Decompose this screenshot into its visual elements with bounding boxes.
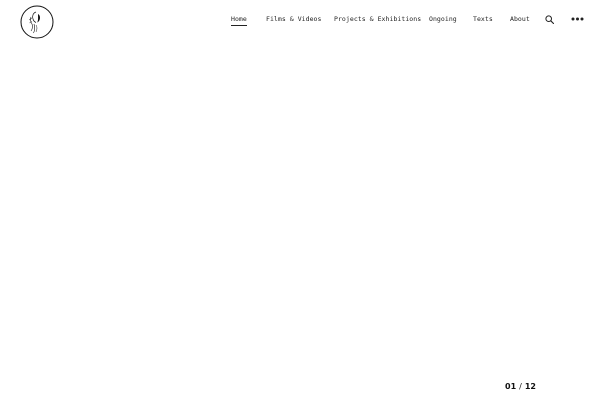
nav-item-ongoing[interactable]: Ongoing <box>429 13 457 25</box>
search-button[interactable] <box>545 15 554 24</box>
search-icon <box>545 15 554 24</box>
nav-item-texts[interactable]: Texts <box>473 13 493 25</box>
slide-separator: / <box>519 382 522 391</box>
nav-item-projects-exhibitions[interactable]: Projects & Exhibitions <box>334 13 421 25</box>
more-menu-button[interactable] <box>571 16 584 22</box>
slide-total: 12 <box>524 382 536 391</box>
main-navigation: Home Films & Videos Projects & Exhibitio… <box>0 13 600 26</box>
more-dots-icon <box>571 17 584 21</box>
slide-counter: 01/12 <box>505 382 536 392</box>
nav-item-about[interactable]: About <box>510 13 530 25</box>
nav-item-films-videos[interactable]: Films & Videos <box>266 13 322 25</box>
nav-item-home[interactable]: Home <box>231 13 247 26</box>
slide-current: 01 <box>505 382 517 391</box>
